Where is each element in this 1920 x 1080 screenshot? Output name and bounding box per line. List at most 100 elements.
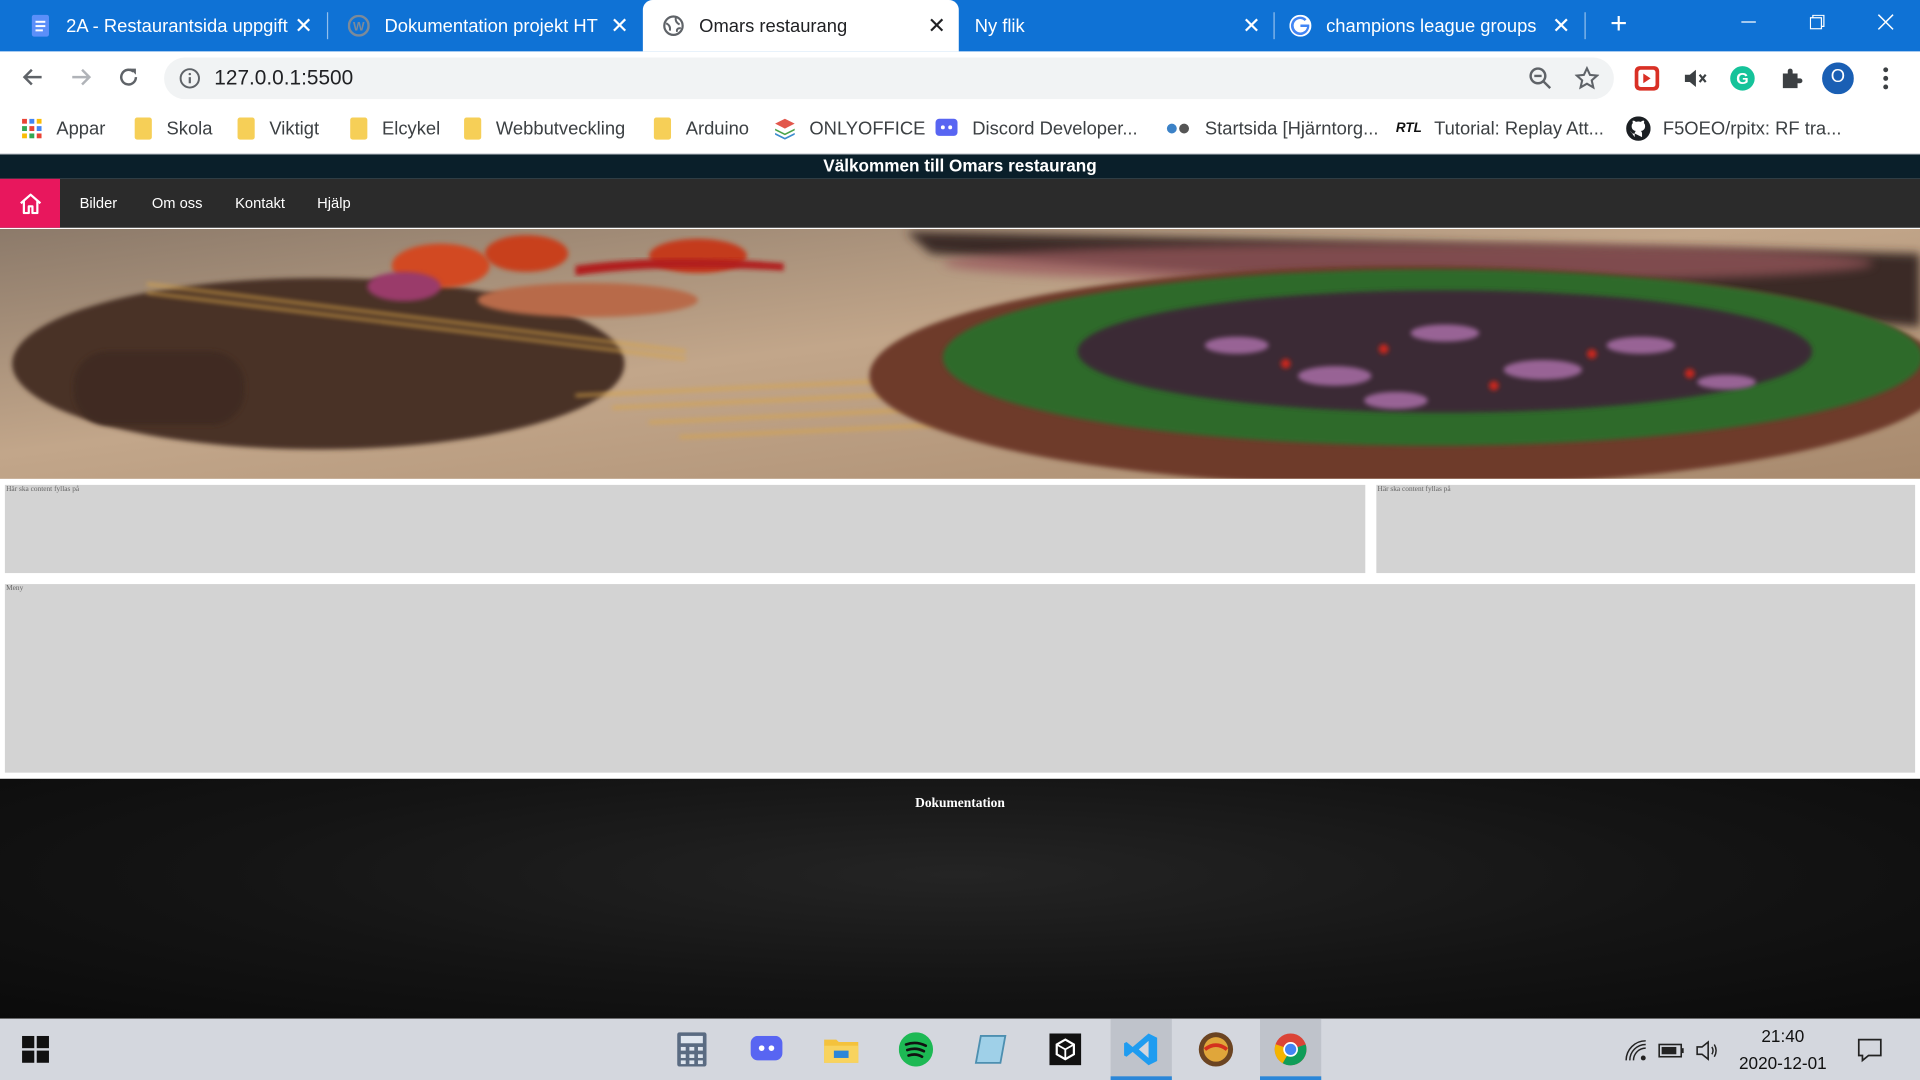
- tab-omars-restaurang[interactable]: Omars restaurang ✕: [642, 0, 959, 52]
- hero-food-illustration: [0, 228, 1920, 479]
- taskbar-calculator[interactable]: [661, 1019, 722, 1080]
- bookmark-webbutveckling[interactable]: Webbutveckling: [464, 114, 625, 143]
- battery-icon[interactable]: [1658, 1038, 1685, 1062]
- nav-link-hjalp[interactable]: Hjälp: [317, 179, 351, 228]
- content-box-right: Här ska content fyllas på: [1376, 484, 1916, 574]
- folder-icon: [237, 117, 255, 140]
- tab-separator: [1584, 12, 1586, 40]
- google-icon: [1289, 14, 1312, 37]
- taskbar-game[interactable]: [1185, 1019, 1246, 1080]
- taskbar-vscode[interactable]: [1110, 1018, 1172, 1080]
- calculator-icon: [677, 1032, 707, 1067]
- svg-text:W: W: [353, 20, 365, 34]
- hero-food-image: [0, 228, 1920, 479]
- folder-icon: [464, 117, 482, 140]
- taskbar-spotify[interactable]: [885, 1019, 946, 1080]
- footer-documentation-link[interactable]: Dokumentation: [0, 796, 1920, 811]
- site-navigation: Bilder Om oss Kontakt Hjälp: [0, 178, 1920, 228]
- bookmark-elcykel[interactable]: Elcykel: [350, 114, 440, 143]
- bookmarks-bar: Appar Skola Viktigt Elcykel Webbutveckli…: [0, 105, 1920, 155]
- taskbar-discord[interactable]: [736, 1019, 797, 1080]
- bookmark-discord-developer[interactable]: Discord Developer...: [935, 114, 1138, 143]
- tab-title: Omars restaurang: [699, 15, 848, 37]
- taskbar-file-explorer[interactable]: [811, 1019, 872, 1080]
- discord-icon: [935, 118, 958, 136]
- arrow-left-icon: [22, 68, 42, 86]
- close-icon[interactable]: ✕: [605, 11, 634, 40]
- url-text[interactable]: 127.0.0.1:5500: [214, 66, 353, 90]
- nav-link-kontakt[interactable]: Kontakt: [235, 179, 285, 228]
- address-bar[interactable]: 127.0.0.1:5500: [164, 57, 1614, 100]
- nav-link-bilder[interactable]: Bilder: [80, 179, 118, 228]
- profile-button[interactable]: O: [1822, 62, 1854, 95]
- bookmark-label: F5OEO/rpitx: RF tra...: [1662, 118, 1842, 139]
- tab-dokumentation[interactable]: W Dokumentation projekt HT ✕: [328, 0, 641, 51]
- zoom-out-icon[interactable]: [1528, 66, 1552, 90]
- bookmark-onlyoffice[interactable]: ONLYOFFICE: [774, 114, 925, 143]
- grammarly-button[interactable]: G: [1727, 62, 1759, 94]
- menu-box: Meny: [4, 584, 1916, 773]
- close-icon[interactable]: ✕: [922, 11, 951, 40]
- tab-ny-flik[interactable]: Ny flik ✕: [960, 0, 1273, 51]
- reload-button[interactable]: [110, 59, 147, 96]
- volume-icon[interactable]: [1695, 1038, 1719, 1062]
- extension-red-button[interactable]: [1631, 62, 1663, 94]
- close-window-button[interactable]: [1851, 0, 1920, 44]
- google-docs-icon: [29, 14, 51, 37]
- close-icon[interactable]: ✕: [289, 11, 318, 40]
- bookmark-tutorial-replay[interactable]: RTL Tutorial: Replay Att...: [1396, 114, 1604, 143]
- home-button[interactable]: [0, 178, 61, 228]
- vscode-icon: [1124, 1033, 1158, 1066]
- bookmark-appar[interactable]: Appar: [22, 114, 105, 143]
- minimize-button[interactable]: [1714, 0, 1783, 44]
- site-footer: Dokumentation: [0, 778, 1920, 1019]
- nav-link-om-oss[interactable]: Om oss: [152, 179, 203, 228]
- avatar-initial: O: [1830, 66, 1846, 87]
- start-button[interactable]: [7, 1019, 63, 1080]
- bookmark-viktigt[interactable]: Viktigt: [237, 114, 320, 143]
- home-icon: [19, 193, 41, 215]
- wifi-icon[interactable]: [1624, 1038, 1648, 1062]
- extensions-button[interactable]: [1774, 62, 1806, 94]
- info-icon[interactable]: [179, 67, 201, 89]
- bookmark-label: Tutorial: Replay Att...: [1434, 118, 1604, 139]
- bookmark-f5oeo-rpitx[interactable]: F5OEO/rpitx: RF tra...: [1626, 114, 1841, 143]
- folder-icon: [350, 117, 368, 140]
- bookmark-skola[interactable]: Skola: [134, 114, 212, 143]
- active-app-indicator: [1110, 1076, 1172, 1080]
- taskbar-chrome[interactable]: [1260, 1018, 1322, 1080]
- new-tab-button[interactable]: +: [1602, 7, 1636, 41]
- tab-restaurantsida[interactable]: 2A - Restaurantsida uppgift ✕: [10, 0, 326, 51]
- clock-date[interactable]: 2020-12-01: [1724, 1053, 1842, 1073]
- bookmark-star-icon[interactable]: [1574, 66, 1600, 90]
- mute-tab-button[interactable]: [1679, 62, 1711, 94]
- close-icon[interactable]: ✕: [1237, 11, 1266, 40]
- restore-button[interactable]: [1783, 0, 1852, 44]
- bookmark-label: Arduino: [685, 118, 750, 139]
- bookmark-label: Viktigt: [269, 118, 320, 139]
- rtl-icon: RTL: [1395, 121, 1422, 136]
- menu-button[interactable]: [1870, 62, 1902, 94]
- forward-button[interactable]: [62, 59, 99, 96]
- notifications-icon[interactable]: [1856, 1036, 1883, 1063]
- taskbar-notes[interactable]: [960, 1019, 1021, 1080]
- grammarly-icon: G: [1730, 66, 1755, 91]
- wordpress-icon: W: [347, 14, 370, 37]
- bookmark-startsida-hjarntorget[interactable]: Startsida [Hjärntorg...: [1166, 114, 1378, 143]
- bookmark-label: Elcykel: [382, 118, 441, 139]
- game-icon: [1198, 1032, 1234, 1067]
- bookmark-label: Discord Developer...: [972, 118, 1138, 139]
- back-button[interactable]: [15, 59, 52, 96]
- taskbar-unity[interactable]: [1035, 1019, 1096, 1080]
- close-icon[interactable]: ✕: [1547, 11, 1576, 40]
- onlyoffice-icon: [775, 118, 795, 140]
- hjarntorget-icon: [1166, 123, 1189, 134]
- tab-title: 2A - Restaurantsida uppgift: [66, 15, 288, 37]
- content-box-left: Här ska content fyllas på: [4, 484, 1366, 574]
- bookmark-arduino[interactable]: Arduino: [653, 114, 750, 143]
- tab-champions-league[interactable]: champions league groups ✕: [1270, 0, 1583, 51]
- globe-icon: [662, 15, 684, 37]
- chrome-icon: [1274, 1033, 1307, 1066]
- bookmark-label: Webbutveckling: [495, 118, 626, 139]
- clock-time[interactable]: 21:40: [1734, 1026, 1832, 1046]
